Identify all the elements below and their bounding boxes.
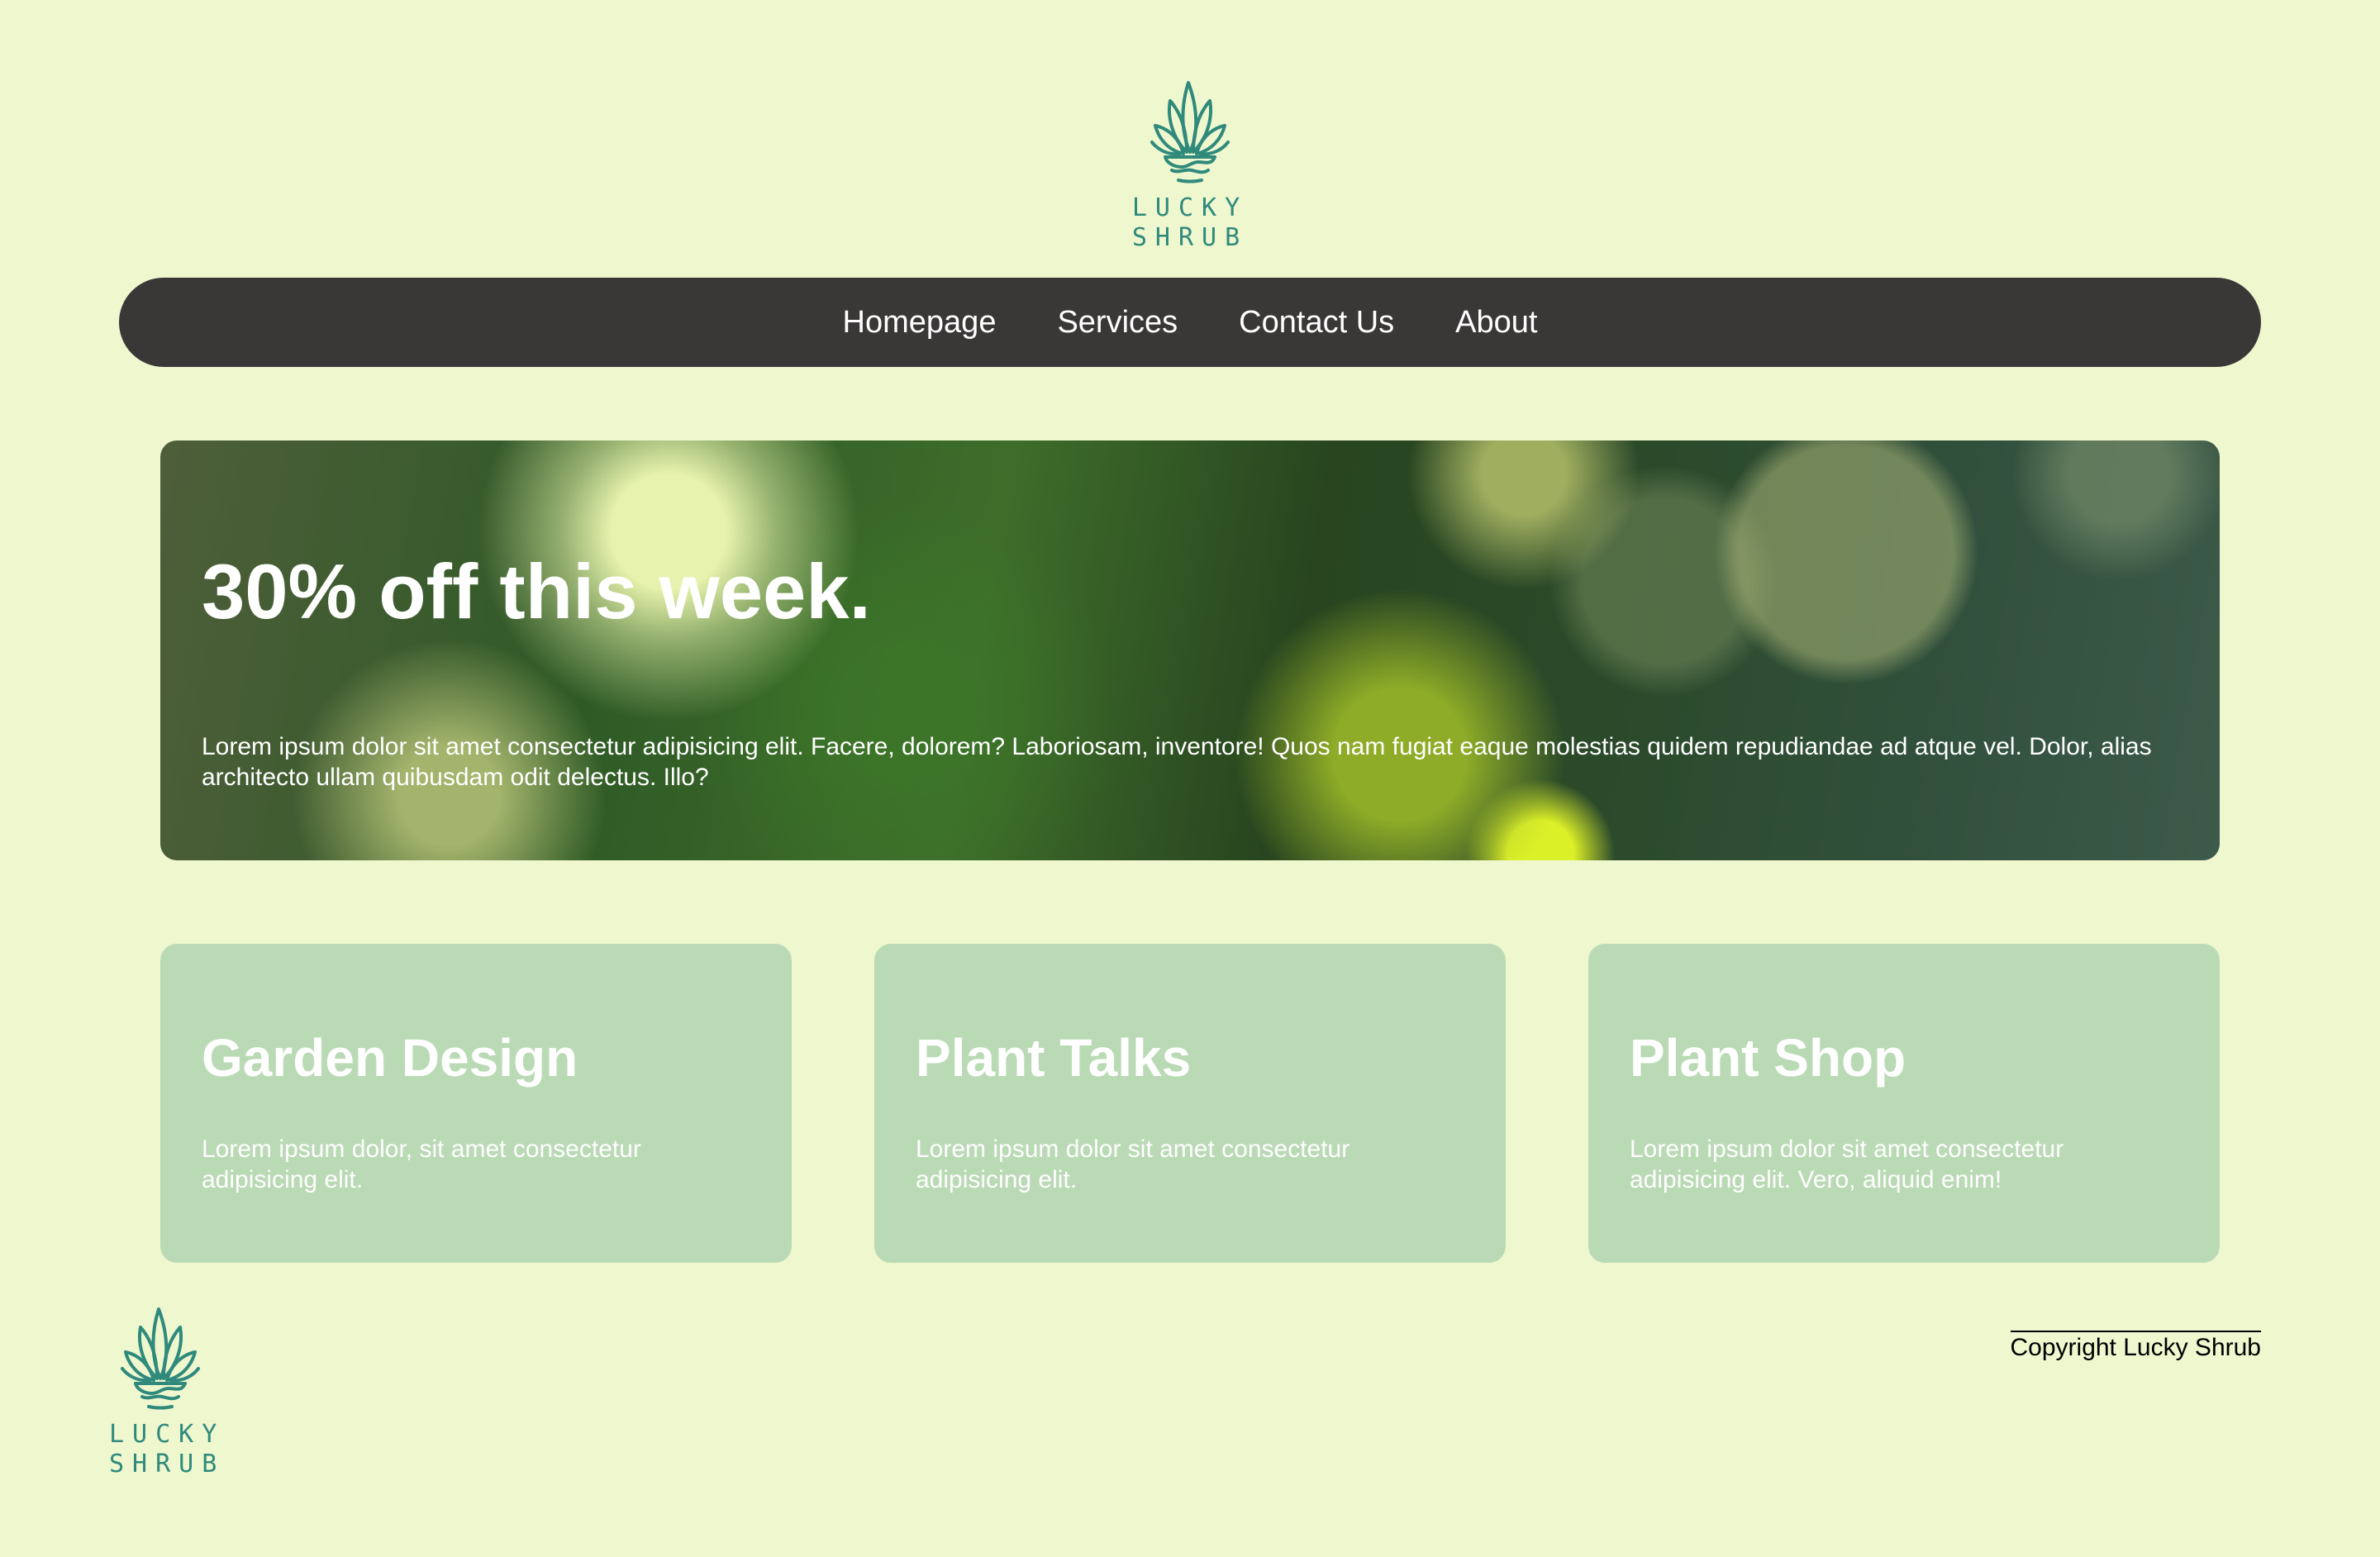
card-title: Garden Design xyxy=(202,1028,578,1088)
copyright-text: Copyright Lucky Shrub xyxy=(2010,1331,2261,1364)
card-plant-shop: Plant Shop Lorem ipsum dolor sit amet co… xyxy=(1588,944,2220,1263)
nav-item-services[interactable]: Services xyxy=(1057,305,1178,340)
card-plant-talks: Plant Talks Lorem ipsum dolor sit amet c… xyxy=(874,944,1506,1263)
nav-item-homepage[interactable]: Homepage xyxy=(843,305,997,340)
hero-body: Lorem ipsum dolor sit amet consectetur a… xyxy=(202,733,2152,791)
logo-word-shrub: SHRUB xyxy=(109,1449,226,1478)
card-garden-design: Garden Design Lorem ipsum dolor, sit ame… xyxy=(160,944,792,1263)
card-body: Lorem ipsum dolor sit amet consectetur a… xyxy=(916,1136,1350,1193)
card-body: Lorem ipsum dolor sit amet consectetur a… xyxy=(1630,1136,2064,1193)
logo-word-lucky: LUCKY xyxy=(1131,193,1249,222)
card-body: Lorem ipsum dolor, sit amet consectetur … xyxy=(202,1136,641,1193)
hero-banner: 30% off this week. Lorem ipsum dolor sit… xyxy=(160,440,2220,860)
page: LUCKY SHRUB Homepage Services Contact Us… xyxy=(0,0,2380,1557)
footer-logo: LUCKY SHRUB xyxy=(109,1302,226,1478)
nav-item-contact-us[interactable]: Contact Us xyxy=(1239,305,1394,340)
plant-logo-icon xyxy=(121,1307,200,1410)
logo-word-lucky: LUCKY xyxy=(109,1420,226,1449)
plant-logo-icon xyxy=(1150,81,1230,183)
nav-item-about[interactable]: About xyxy=(1455,305,1537,340)
hero-title: 30% off this week. xyxy=(202,548,871,635)
main-nav: Homepage Services Contact Us About xyxy=(119,278,2261,367)
card-title: Plant Talks xyxy=(916,1028,1192,1088)
card-title: Plant Shop xyxy=(1630,1028,1906,1088)
header-logo[interactable]: LUCKY SHRUB xyxy=(1129,76,1251,250)
logo-word-shrub: SHRUB xyxy=(1131,222,1249,252)
